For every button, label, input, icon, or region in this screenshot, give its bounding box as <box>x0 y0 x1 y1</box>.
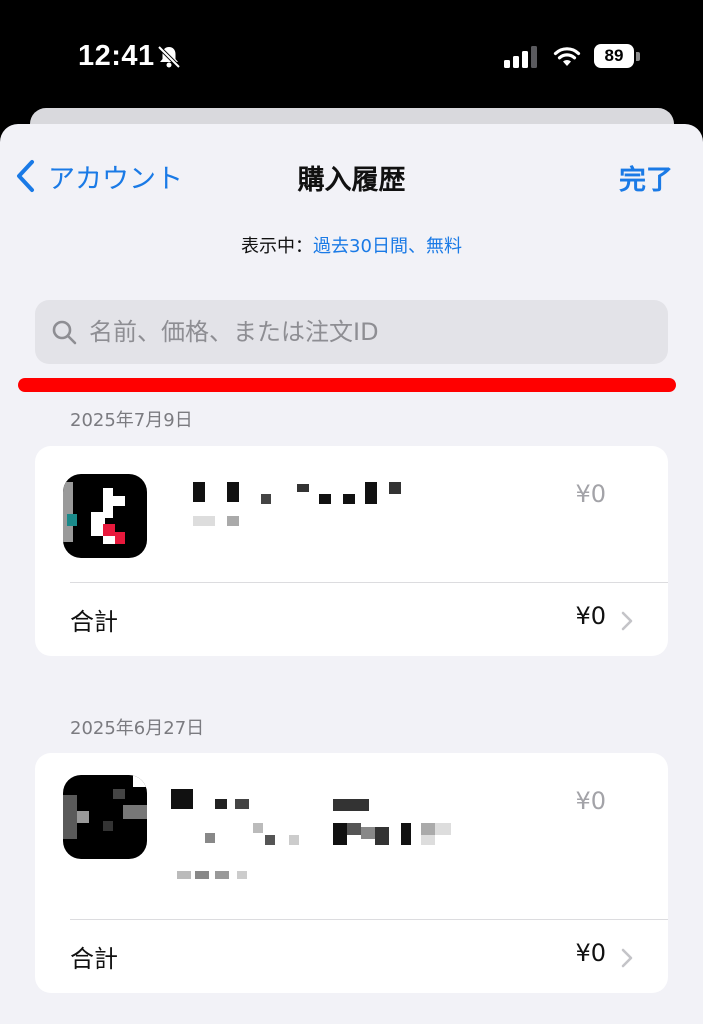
purchase-card: ¥0 合計 ¥0 <box>35 446 668 656</box>
battery-indicator: 89 <box>594 44 642 70</box>
search-bar[interactable] <box>35 300 668 364</box>
search-input[interactable] <box>87 317 631 347</box>
purchase-history-sheet: アカウント 購入履歴 完了 表示中：過去30日間、無料 2025年7月9日 <box>0 124 703 1024</box>
filter-summary: 表示中：過去30日間、無料 <box>0 232 703 258</box>
total-row[interactable]: 合計 ¥0 <box>35 921 668 993</box>
chevron-right-icon <box>621 948 633 968</box>
battery-tip <box>636 52 640 61</box>
search-icon <box>52 320 77 345</box>
total-value: ¥0 <box>575 602 606 630</box>
cellular-signal-icon <box>504 46 537 68</box>
total-label: 合計 <box>70 945 118 973</box>
highlight-underline <box>18 378 676 392</box>
app-name-redacted <box>165 783 465 893</box>
bell-muted-icon <box>157 45 181 69</box>
battery-level: 89 <box>594 44 634 68</box>
filter-label: 表示中： <box>241 236 314 257</box>
filter-value-link[interactable]: 過去30日間、無料 <box>313 236 462 257</box>
total-value: ¥0 <box>575 939 606 967</box>
purchase-date: 2025年6月27日 <box>70 718 205 739</box>
divider <box>70 582 668 583</box>
purchase-date: 2025年7月9日 <box>70 410 193 431</box>
chevron-right-icon <box>621 611 633 631</box>
status-time: 12:41 <box>78 40 155 72</box>
page-title: 購入履歴 <box>297 165 406 196</box>
app-icon[interactable] <box>63 775 147 859</box>
app-icon[interactable] <box>63 474 147 558</box>
item-price: ¥0 <box>575 480 606 508</box>
total-row[interactable]: 合計 ¥0 <box>35 584 668 656</box>
item-price: ¥0 <box>575 787 606 815</box>
divider <box>70 919 668 920</box>
total-label: 合計 <box>70 608 118 636</box>
status-bar: 12:41 89 <box>0 0 703 110</box>
purchase-card: ¥0 合計 ¥0 <box>35 753 668 993</box>
wifi-icon <box>553 47 581 66</box>
done-button[interactable]: 完了 <box>619 158 673 197</box>
app-name-redacted <box>185 482 415 532</box>
